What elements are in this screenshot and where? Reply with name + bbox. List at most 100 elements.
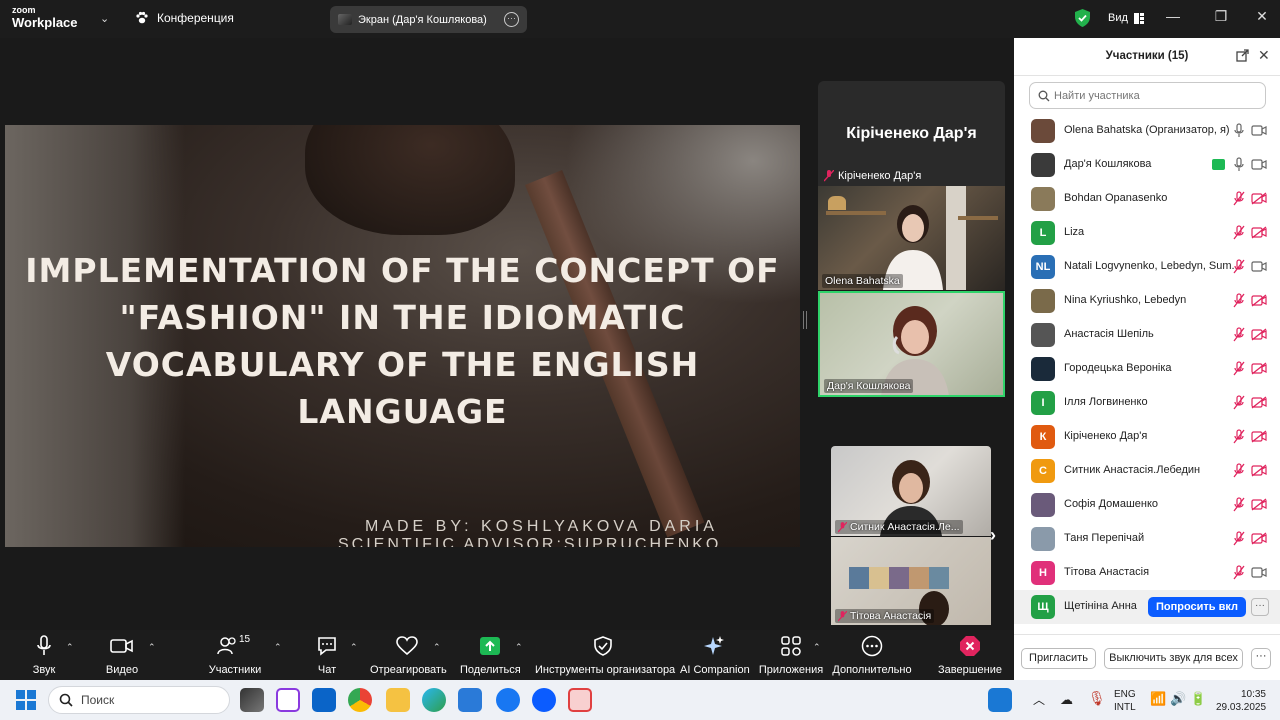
powerpoint-active-icon[interactable]	[568, 688, 592, 712]
participant-row[interactable]: L Liza	[1014, 216, 1280, 250]
participant-row[interactable]: І Ілля Логвиненко	[1014, 386, 1280, 420]
react-button[interactable]: Отреагировать	[370, 634, 447, 676]
participant-row[interactable]: Bohdan Opanasenko	[1014, 182, 1280, 216]
close-window-icon[interactable]: ✕	[1252, 8, 1272, 25]
participant-video-tile[interactable]: Olena Bahatska	[818, 186, 1005, 290]
chat-caret-icon[interactable]: ⌃	[350, 642, 358, 653]
minimize-icon[interactable]: —	[1163, 8, 1183, 24]
shared-screen-slide[interactable]: IMPLEMENTATION OF THE CONCEPT OF "FASHIO…	[5, 125, 800, 547]
tray-chevron-icon[interactable]: ︿	[1033, 691, 1045, 720]
mic-muted-icon[interactable]	[1233, 531, 1245, 546]
mic-muted-icon[interactable]	[1233, 361, 1245, 376]
camera-off-icon[interactable]	[1251, 498, 1267, 511]
store-icon[interactable]	[458, 688, 482, 712]
task-view-icon[interactable]	[240, 688, 264, 712]
chrome-icon[interactable]	[348, 688, 372, 712]
camera-off-icon[interactable]	[1251, 362, 1267, 375]
mic-muted-icon[interactable]	[1233, 225, 1245, 240]
security-shield-icon[interactable]	[1075, 9, 1090, 27]
mic-muted-icon[interactable]	[1233, 497, 1245, 512]
battery-icon[interactable]: 🔋	[1190, 691, 1206, 720]
facebook-icon[interactable]	[496, 688, 520, 712]
ask-to-unmute-button[interactable]: Попросить вкл	[1148, 597, 1246, 617]
mic-muted-icon[interactable]	[1233, 259, 1245, 274]
taskbar-search[interactable]: Поиск	[48, 686, 230, 714]
clock[interactable]: 10:35 29.03.2025	[1216, 688, 1266, 720]
invite-button[interactable]: Пригласить	[1021, 648, 1096, 669]
participant-row[interactable]: Таня Перепічай	[1014, 522, 1280, 556]
popout-icon[interactable]	[1236, 49, 1249, 62]
host-tools-button[interactable]: Инструменты организатора	[535, 634, 675, 676]
participant-tile-name-only[interactable]: Кіріченеко Дар'я Кіріченеко Дар'я	[818, 81, 1005, 186]
participant-row[interactable]: Дар'я Кошлякова	[1014, 148, 1280, 182]
end-meeting-button[interactable]: Завершение	[937, 634, 1003, 676]
chat-button[interactable]: Чат	[312, 634, 342, 676]
resize-handle[interactable]	[803, 311, 807, 329]
mic-muted-icon[interactable]	[1233, 395, 1245, 410]
active-speaker-tile[interactable]: Дар'я Кошлякова	[818, 291, 1005, 397]
camera-on-icon[interactable]	[1251, 124, 1267, 137]
react-caret-icon[interactable]: ⌃	[433, 642, 441, 653]
mic-on-icon[interactable]	[1233, 157, 1245, 172]
camera-on-icon[interactable]	[1251, 260, 1267, 273]
file-explorer-icon[interactable]	[386, 688, 410, 712]
zoom-logo[interactable]: zoom Workplace	[12, 6, 78, 30]
apps-caret-icon[interactable]: ⌃	[813, 642, 821, 653]
participant-row[interactable]: NL Natali Logvynenko, Lebedyn, Sum...	[1014, 250, 1280, 284]
participants-caret-icon[interactable]: ⌃	[274, 642, 282, 653]
view-button[interactable]: Вид	[1108, 12, 1144, 24]
camera-off-icon[interactable]	[1251, 430, 1267, 443]
windows-start-icon[interactable]	[16, 690, 36, 710]
mute-all-button[interactable]: Выключить звук для всех	[1104, 648, 1243, 669]
participant-row[interactable]: Щ Щетініна Анна Попросить вкл ···	[1014, 590, 1280, 624]
mic-muted-icon[interactable]	[1233, 565, 1245, 580]
camera-on-icon[interactable]	[1251, 566, 1267, 579]
camera-off-icon[interactable]	[1251, 294, 1267, 307]
apps-button[interactable]: Приложения	[757, 634, 825, 676]
restore-icon[interactable]: ❐	[1211, 8, 1231, 25]
camera-off-icon[interactable]	[1251, 532, 1267, 545]
more-options-icon[interactable]: ···	[504, 12, 519, 27]
participant-row[interactable]: С Ситник Анастасія.Лебедин	[1014, 454, 1280, 488]
audio-options-caret-icon[interactable]: ⌃	[66, 642, 74, 653]
meeting-info-button[interactable]: Конференция	[135, 11, 234, 25]
participant-row[interactable]: Городецька Вероніка	[1014, 352, 1280, 386]
participant-row[interactable]: К Кіріченеко Дар'я	[1014, 420, 1280, 454]
mic-muted-icon[interactable]	[1233, 463, 1245, 478]
camera-off-icon[interactable]	[1251, 396, 1267, 409]
camera-off-icon[interactable]	[1251, 464, 1267, 477]
participant-row[interactable]: Olena Bahatska (Организатор, я)	[1014, 114, 1280, 148]
camera-off-icon[interactable]	[1251, 328, 1267, 341]
participant-video-tile[interactable]: Тітова Анастасія	[831, 537, 991, 625]
screen-share-pill[interactable]: Экран (Дар'я Кошлякова) ···	[330, 6, 527, 33]
chevron-down-icon[interactable]: ⌄	[100, 12, 109, 25]
language-indicator[interactable]: ENG INTL	[1114, 688, 1136, 720]
wifi-icon[interactable]: 📶	[1150, 691, 1166, 720]
participant-search[interactable]	[1029, 82, 1266, 109]
share-caret-icon[interactable]: ⌃	[515, 642, 523, 653]
video-options-caret-icon[interactable]: ⌃	[148, 642, 156, 653]
camera-off-icon[interactable]	[1251, 192, 1267, 205]
onedrive-icon[interactable]: ☁	[1060, 692, 1073, 720]
mic-muted-icon[interactable]	[1233, 327, 1245, 342]
close-panel-icon[interactable]: ✕	[1258, 47, 1270, 64]
widgets-icon[interactable]	[988, 688, 1012, 712]
edge-icon[interactable]	[422, 688, 446, 712]
mic-muted-icon[interactable]	[1233, 293, 1245, 308]
participant-more-button[interactable]: ···	[1251, 598, 1269, 616]
outlook-icon[interactable]	[312, 688, 336, 712]
volume-icon[interactable]: 🔊	[1170, 691, 1186, 720]
search-input[interactable]	[1054, 89, 1244, 102]
participant-row[interactable]: Анастасія Шепіль	[1014, 318, 1280, 352]
mic-muted-icon[interactable]	[1233, 191, 1245, 206]
participants-button[interactable]: 15 Участники	[205, 634, 265, 676]
video-button[interactable]: Видео	[100, 634, 144, 676]
participant-row[interactable]: Софія Домашенко	[1014, 488, 1280, 522]
participant-row[interactable]: Nina Kyriushko, Lebedyn	[1014, 284, 1280, 318]
ai-companion-button[interactable]: AI Companion	[680, 634, 750, 676]
snipping-tool-icon[interactable]	[276, 688, 300, 712]
camera-on-icon[interactable]	[1251, 158, 1267, 171]
mic-in-use-icon[interactable]: 🎙	[1088, 690, 1106, 720]
next-page-chevron-icon[interactable]: ›	[990, 525, 996, 546]
camera-off-icon[interactable]	[1251, 226, 1267, 239]
